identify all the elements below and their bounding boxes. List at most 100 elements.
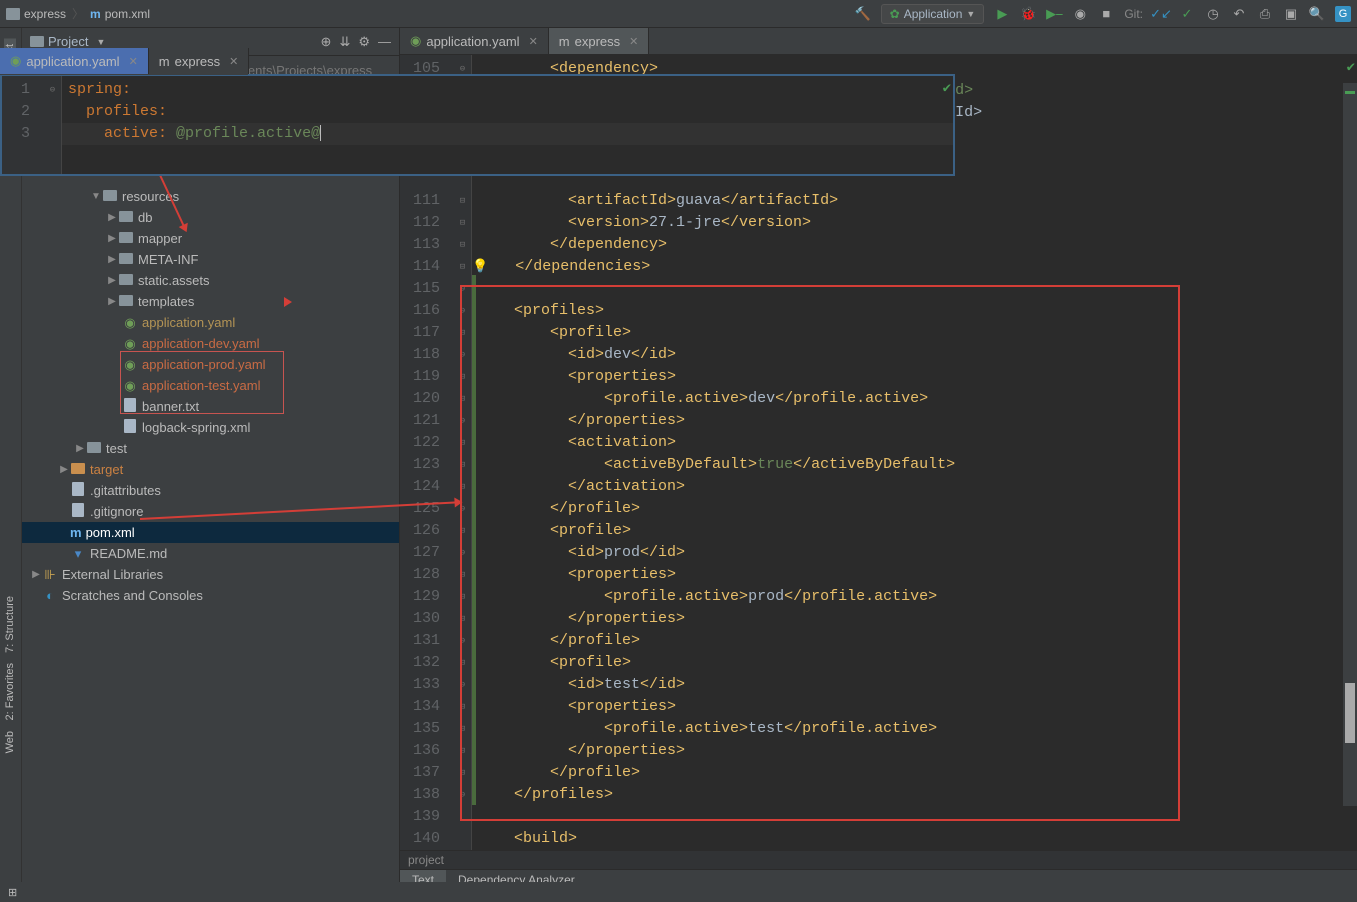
- ide-icon[interactable]: ⎙: [1257, 6, 1273, 22]
- stop-icon[interactable]: ■: [1098, 6, 1114, 22]
- close-icon[interactable]: ✕: [529, 35, 538, 48]
- code-line[interactable]: </profile>: [472, 498, 1357, 520]
- code-line[interactable]: <profile.active>test</profile.active>: [472, 718, 1357, 740]
- tree-folder-mapper[interactable]: mapper: [138, 231, 182, 246]
- tree-file-app-dev[interactable]: application-dev.yaml: [142, 336, 260, 351]
- close-icon[interactable]: ✕: [229, 55, 238, 68]
- code-line[interactable]: <build>: [472, 828, 1357, 850]
- code-line[interactable]: </properties>: [472, 608, 1357, 630]
- overlay-editor[interactable]: 1 2 3 ⊖ ✔ spring: profiles: active: @pro…: [0, 74, 955, 176]
- expand-arrow-icon[interactable]: ▶: [106, 296, 118, 307]
- debug-icon[interactable]: 🐞: [1020, 6, 1036, 22]
- chevron-down-icon[interactable]: ▼: [96, 37, 105, 47]
- expand-arrow-icon[interactable]: ▶: [106, 233, 118, 244]
- hide-icon[interactable]: —: [378, 34, 391, 50]
- tab-application-yaml-overlay[interactable]: ◉application.yaml✕: [0, 48, 149, 74]
- code-line[interactable]: </properties>: [472, 410, 1357, 432]
- breadcrumb-file[interactable]: pom.xml: [105, 7, 150, 21]
- code-line[interactable]: <activeByDefault>true</activeByDefault>: [472, 454, 1357, 476]
- tree-folder-test[interactable]: test: [106, 441, 127, 456]
- profiler-icon[interactable]: ◉: [1072, 6, 1088, 22]
- code-line[interactable]: <profile>: [472, 652, 1357, 674]
- project-tree[interactable]: ▼expressC:\Users\Jitwxs\Documents\Projec…: [22, 56, 399, 882]
- run-coverage-icon[interactable]: ▶⎯: [1046, 6, 1062, 22]
- tree-folder-resources[interactable]: resources: [122, 189, 179, 204]
- tree-file-app-yaml[interactable]: application.yaml: [142, 315, 235, 330]
- code-line[interactable]: <artifactId>guava</artifactId>: [472, 190, 1357, 212]
- code-line[interactable]: </dependency>: [472, 234, 1357, 256]
- expand-arrow-icon[interactable]: ▶: [106, 275, 118, 286]
- close-icon[interactable]: ✕: [129, 55, 138, 68]
- code-line[interactable]: [472, 278, 1357, 300]
- tree-external-libs[interactable]: External Libraries: [62, 567, 163, 582]
- code-line[interactable]: <version>27.1-jre</version>: [472, 212, 1357, 234]
- expand-arrow-icon[interactable]: ▶: [58, 464, 70, 475]
- plugin-icon[interactable]: G: [1335, 6, 1351, 22]
- tree-folder-metainf[interactable]: META-INF: [138, 252, 198, 267]
- tab-express-pom[interactable]: mexpress✕: [549, 28, 650, 54]
- code-line[interactable]: </activation>: [472, 476, 1357, 498]
- code-line[interactable]: </profile>: [472, 630, 1357, 652]
- tree-file-readme[interactable]: README.md: [90, 546, 167, 561]
- code-line[interactable]: </profile>: [472, 762, 1357, 784]
- status-left: ⊞: [8, 886, 17, 899]
- code-line[interactable]: <profile.active>dev</profile.active>: [472, 388, 1357, 410]
- build-icon[interactable]: 🔨: [855, 6, 871, 22]
- bulb-icon[interactable]: 💡: [472, 259, 488, 274]
- tree-folder-templates[interactable]: templates: [138, 294, 194, 309]
- expand-arrow-icon[interactable]: ▼: [90, 191, 102, 202]
- code-line[interactable]: <properties>: [472, 696, 1357, 718]
- vcs-update-icon[interactable]: ✓↙: [1153, 6, 1169, 22]
- vcs-commit-icon[interactable]: ✓: [1179, 6, 1195, 22]
- expand-arrow-icon[interactable]: ▶: [74, 443, 86, 454]
- line-number: 119: [400, 366, 440, 388]
- tree-file-logback[interactable]: logback-spring.xml: [142, 420, 250, 435]
- close-icon[interactable]: ✕: [629, 35, 638, 48]
- code-line[interactable]: <properties>: [472, 366, 1357, 388]
- code-line[interactable]: <profile>: [472, 322, 1357, 344]
- code-line[interactable]: <id>prod</id>: [472, 542, 1357, 564]
- tree-folder-db[interactable]: db: [138, 210, 152, 225]
- code-line[interactable]: 💡 </dependencies>: [472, 256, 1357, 278]
- web-tool-tab[interactable]: Web: [4, 731, 16, 753]
- code-line[interactable]: <properties>: [472, 564, 1357, 586]
- structure-tool-tab[interactable]: 7: Structure: [4, 596, 16, 653]
- code-line[interactable]: [472, 806, 1357, 828]
- run-configuration-selector[interactable]: ✿ Application ▼: [881, 4, 985, 24]
- code-line[interactable]: </profiles>: [472, 784, 1357, 806]
- code-line[interactable]: </properties>: [472, 740, 1357, 762]
- editor-breadcrumb[interactable]: project: [400, 850, 1357, 869]
- code-line[interactable]: active: @profile.active@: [62, 123, 953, 145]
- tree-folder-target[interactable]: target: [90, 462, 123, 477]
- revert-icon[interactable]: ↶: [1231, 6, 1247, 22]
- code-line[interactable]: <profile>: [472, 520, 1357, 542]
- tree-file-gitattr[interactable]: .gitattributes: [90, 483, 161, 498]
- tab-express-overlay[interactable]: mexpress✕: [149, 48, 250, 74]
- breadcrumb-project[interactable]: express: [24, 7, 66, 21]
- code-line[interactable]: spring:: [62, 79, 953, 101]
- gear-icon[interactable]: ⚙: [358, 34, 370, 50]
- history-icon[interactable]: ◷: [1205, 6, 1221, 22]
- layout-icon[interactable]: ▣: [1283, 6, 1299, 22]
- tree-folder-static[interactable]: static.assets: [138, 273, 210, 288]
- expand-arrow-icon[interactable]: ▶: [106, 212, 118, 223]
- code-line[interactable]: <id>test</id>: [472, 674, 1357, 696]
- expand-arrow-icon[interactable]: ▶: [30, 569, 42, 580]
- code-line[interactable]: <id>dev</id>: [472, 344, 1357, 366]
- expand-arrow-icon[interactable]: ▶: [106, 254, 118, 265]
- tree-scratches[interactable]: Scratches and Consoles: [62, 588, 203, 603]
- run-icon[interactable]: ▶: [994, 6, 1010, 22]
- code-line[interactable]: profiles:: [62, 101, 953, 123]
- tab-application-yaml[interactable]: ◉application.yaml✕: [400, 28, 549, 54]
- collapse-icon[interactable]: ⇊: [339, 34, 350, 50]
- favorites-tool-tab[interactable]: 2: Favorites: [4, 663, 16, 720]
- code-line[interactable]: <activation>: [472, 432, 1357, 454]
- code-line[interactable]: <profiles>: [472, 300, 1357, 322]
- tree-file-pom-selected[interactable]: mpom.xml: [22, 522, 399, 543]
- tree-file-gitignore[interactable]: .gitignore: [90, 504, 143, 519]
- error-stripe[interactable]: [1343, 83, 1357, 806]
- breadcrumb[interactable]: express 〉 m pom.xml: [6, 5, 150, 22]
- code-line[interactable]: <profile.active>prod</profile.active>: [472, 586, 1357, 608]
- locate-icon[interactable]: ⊕: [321, 34, 332, 50]
- search-icon[interactable]: 🔍: [1309, 6, 1325, 22]
